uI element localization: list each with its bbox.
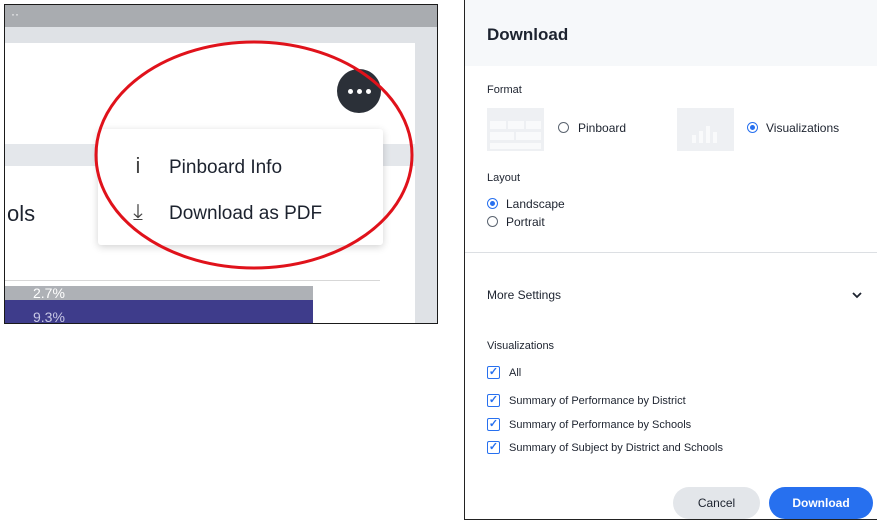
checkbox-performance-by-schools[interactable]: ✓	[487, 418, 500, 431]
pinboard-thumbnail	[487, 108, 544, 151]
checkbox-label[interactable]: Summary of Performance by District	[509, 395, 686, 407]
visualization-title: ols	[7, 201, 36, 226]
checkbox-performance-by-district[interactable]: ✓	[487, 394, 500, 407]
format-visualizations-label[interactable]: Visualizations	[766, 121, 839, 135]
format-pinboard-label[interactable]: Pinboard	[578, 121, 626, 135]
menu-item-label: Pinboard Info	[169, 157, 283, 178]
dialog-title: Download	[487, 25, 569, 44]
dialog-header: Download	[465, 0, 877, 66]
bar-value-label: 9.3%	[33, 309, 65, 324]
checkbox-label[interactable]: Summary of Subject by District and Schoo…	[509, 442, 723, 454]
bar-value-label: 2.7%	[33, 285, 65, 301]
cancel-button[interactable]: Cancel	[673, 487, 760, 519]
divider-line	[5, 280, 380, 281]
download-icon: ⤓	[133, 199, 143, 224]
layout-landscape-radio[interactable]	[487, 198, 498, 209]
checkbox-label[interactable]: Summary of Performance by Schools	[509, 419, 691, 431]
layout-portrait-radio[interactable]	[487, 216, 498, 227]
download-button[interactable]: Download	[769, 487, 873, 519]
checkbox-label[interactable]: All	[509, 367, 521, 379]
download-dialog: Download Format Pinboard Visualizations …	[464, 0, 877, 520]
topbar-dots: ··	[11, 7, 19, 21]
format-label: Format	[487, 84, 522, 96]
layout-portrait-label[interactable]: Portrait	[506, 215, 545, 229]
pinboard-crop: ·· ols 2.7% 9.3% i Pinboard Info ⤓ Downl…	[4, 4, 438, 324]
format-visualizations-radio[interactable]	[747, 122, 758, 133]
menu-item-pinboard-info[interactable]: i Pinboard Info	[98, 147, 383, 187]
visualizations-thumbnail	[677, 108, 734, 151]
chevron-down-icon[interactable]	[852, 291, 862, 299]
visualizations-label: Visualizations	[487, 340, 555, 352]
more-options-menu: i Pinboard Info ⤓ Download as PDF	[98, 129, 383, 245]
section-divider	[465, 252, 877, 253]
more-settings-toggle[interactable]: More Settings	[487, 288, 561, 302]
menu-item-download-pdf[interactable]: ⤓ Download as PDF	[98, 193, 383, 233]
more-options-button[interactable]	[337, 69, 381, 113]
more-horizontal-icon	[347, 88, 353, 94]
pinboard-topbar: ··	[5, 5, 437, 27]
checkbox-subject-by-district-schools[interactable]: ✓	[487, 441, 500, 454]
checkbox-all[interactable]: ✓	[487, 366, 500, 379]
layout-label: Layout	[487, 172, 521, 184]
layout-landscape-label[interactable]: Landscape	[506, 197, 565, 211]
format-pinboard-radio[interactable]	[558, 122, 569, 133]
info-icon: i	[135, 153, 141, 178]
menu-item-label: Download as PDF	[169, 203, 323, 224]
